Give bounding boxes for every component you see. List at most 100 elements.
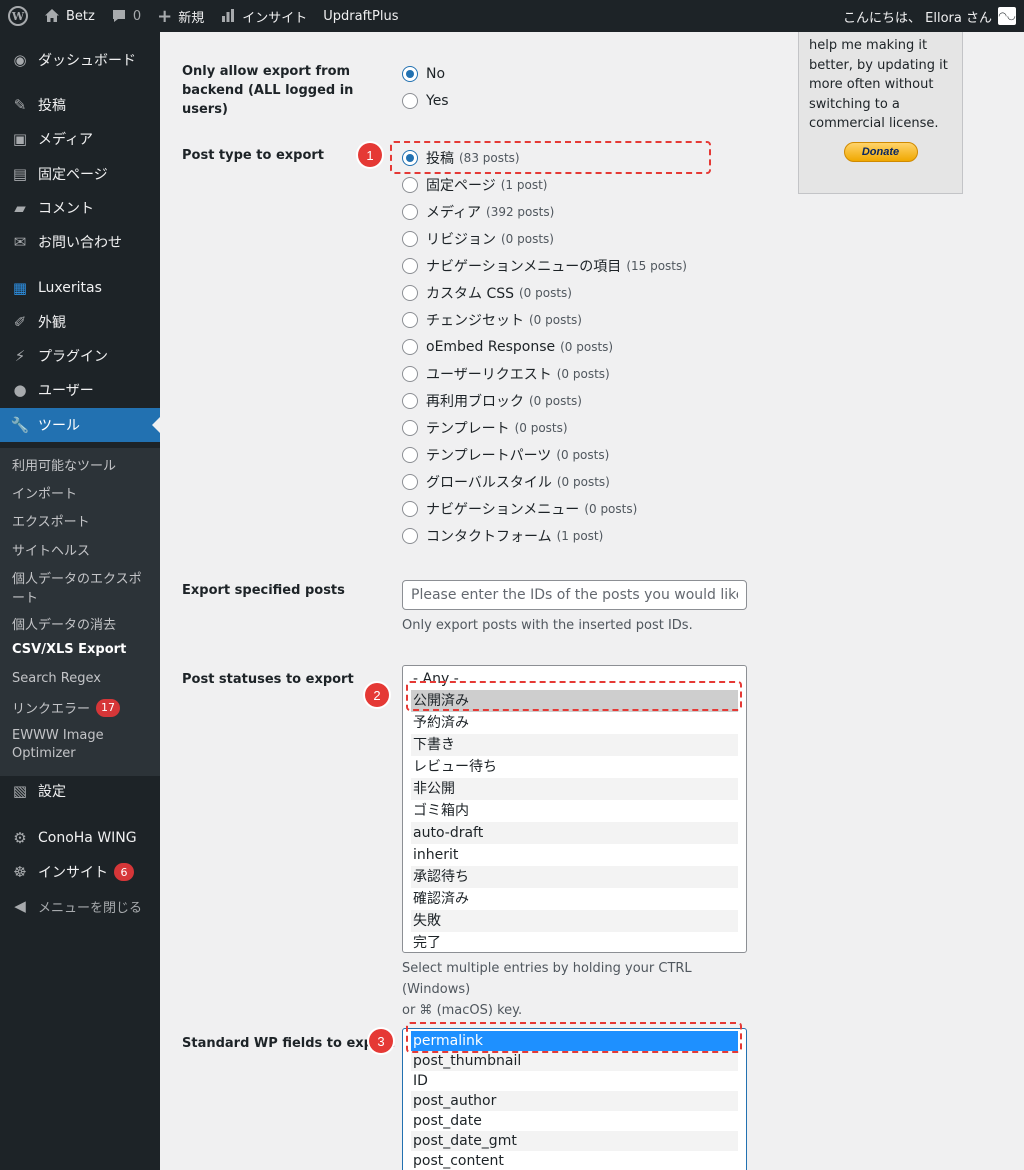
sidebar-item-luxeritas[interactable]: ▦ Luxeritas [0, 271, 160, 305]
list-option[interactable]: 下書き [411, 734, 738, 756]
post-type-option[interactable]: グローバルスタイル (0 posts) [402, 472, 610, 492]
post-type-option[interactable]: コンタクトフォーム (1 post) [402, 526, 603, 546]
post-type-option[interactable]: チェンジセット (0 posts) [402, 310, 582, 330]
post-type-option[interactable]: カスタム CSS (0 posts) [402, 283, 572, 303]
sidebar-item-label: ConoHa WING [38, 830, 137, 846]
new-content-link[interactable]: + 新規 [149, 0, 212, 32]
site-name-link[interactable]: Betz [36, 0, 103, 32]
insight-link[interactable]: インサイト [212, 0, 315, 32]
insight-badge: 6 [114, 863, 134, 881]
post-type-option[interactable]: ユーザーリクエスト (0 posts) [402, 364, 610, 384]
sidebar-item-comments[interactable]: ▰ コメント [0, 191, 160, 225]
radio-button[interactable] [402, 258, 418, 274]
radio-button[interactable] [402, 285, 418, 301]
sidebar-item-plugins[interactable]: ⚡ プラグイン [0, 339, 160, 373]
radio-button[interactable] [402, 393, 418, 409]
donate-button[interactable]: Donate [843, 141, 918, 162]
radio-button[interactable] [402, 528, 418, 544]
submenu-import[interactable]: インポート [12, 483, 77, 502]
submenu-available-tools[interactable]: 利用可能なツール [12, 455, 116, 474]
sidebar-item-conoha[interactable]: ⚙ ConoHa WING [0, 821, 160, 855]
updraftplus-link[interactable]: UpdraftPlus [315, 0, 406, 32]
radio-button[interactable] [402, 66, 418, 82]
backend-only-label: Only allow export from backend (ALL logg… [182, 62, 392, 119]
list-option[interactable]: ゴミ箱内 [411, 800, 738, 822]
highlight-permalink [406, 1022, 742, 1053]
list-option[interactable]: 確認済み [411, 888, 738, 910]
list-option[interactable]: post_date [411, 1111, 738, 1131]
list-option[interactable]: ID [411, 1071, 738, 1091]
sidebar-item-media[interactable]: ▣ メディア [0, 122, 160, 156]
list-option[interactable]: post_author [411, 1091, 738, 1111]
list-option[interactable]: post_content [411, 1151, 738, 1170]
my-account-menu[interactable]: こんにちは、 Ellora さん ◠◡ [843, 7, 1024, 26]
post-ids-input[interactable] [402, 580, 747, 610]
submenu-site-health[interactable]: サイトヘルス [12, 540, 90, 559]
collapse-menu-button[interactable]: ◀ メニューを閉じる [0, 889, 160, 923]
sidebar-item-contact[interactable]: ✉ お問い合わせ [0, 225, 160, 259]
wrench-icon: 🔧 [10, 416, 30, 434]
wordpress-logo-icon: W [8, 6, 28, 26]
post-type-option[interactable]: oEmbed Response (0 posts) [402, 337, 613, 357]
radio-button[interactable] [402, 93, 418, 109]
backend-only-no-option[interactable]: No [402, 64, 445, 84]
sidebar-item-users[interactable]: ● ユーザー [0, 373, 160, 407]
list-option[interactable]: 予約済み [411, 712, 738, 734]
radio-button[interactable] [402, 312, 418, 328]
list-option[interactable]: 非公開 [411, 778, 738, 800]
radio-button[interactable] [402, 339, 418, 355]
post-type-option[interactable]: ナビゲーションメニュー (0 posts) [402, 499, 637, 519]
radio-button[interactable] [402, 420, 418, 436]
submenu-label-line1: 個人データのエクスポ [12, 572, 142, 587]
main-content: help me making it better, by updating it… [160, 32, 1024, 1170]
brush-icon: ✐ [13, 313, 27, 331]
submenu-link-errors[interactable]: リンクエラー 17 [12, 698, 121, 717]
radio-button[interactable] [402, 366, 418, 382]
sidebar-item-insight[interactable]: ☸ インサイト 6 [0, 855, 160, 889]
radio-button[interactable] [402, 474, 418, 490]
sidebar-item-settings[interactable]: ▧ 設定 [0, 774, 160, 808]
page-icon: ▤ [12, 165, 28, 183]
list-option[interactable]: レビュー待ち [411, 756, 738, 778]
post-type-option[interactable]: ナビゲーションメニューの項目 (15 posts) [402, 256, 687, 276]
list-option[interactable]: post_date_gmt [411, 1131, 738, 1151]
sidebar-item-appearance[interactable]: ✐ 外観 [0, 305, 160, 339]
submenu-personal-data-export[interactable]: 個人データのエクスポ ート [12, 568, 142, 606]
radio-button[interactable] [402, 204, 418, 220]
option-count: (0 posts) [556, 367, 610, 381]
submenu-personal-data-erase[interactable]: 個人データの消去 [12, 614, 116, 633]
submenu-label-line1: EWWW Image [12, 728, 104, 743]
submenu-ewww[interactable]: EWWW Image Optimizer [12, 727, 104, 763]
post-type-option[interactable]: メディア (392 posts) [402, 202, 554, 222]
post-type-option[interactable]: リビジョン (0 posts) [402, 229, 554, 249]
sidebar-item-tools[interactable]: 🔧 ツール [0, 408, 160, 442]
radio-button[interactable] [402, 231, 418, 247]
radio-button[interactable] [402, 501, 418, 517]
post-type-option[interactable]: 固定ページ (1 post) [402, 175, 547, 195]
sidebar-item-dashboard[interactable]: ◉ ダッシュボード [0, 43, 160, 77]
updraftplus-label: UpdraftPlus [323, 8, 399, 24]
list-option[interactable]: auto-draft [411, 822, 738, 844]
submenu-csv-xls-export[interactable]: CSV/XLS Export [12, 642, 126, 657]
option-count: (0 posts) [584, 502, 638, 516]
radio-button[interactable] [402, 447, 418, 463]
list-option[interactable]: 完了 [411, 932, 738, 952]
wp-logo-menu[interactable]: W [0, 0, 36, 32]
list-option[interactable]: 失敗 [411, 910, 738, 932]
post-type-option[interactable]: 再利用ブロック (0 posts) [402, 391, 582, 411]
list-option[interactable]: 承認待ち [411, 866, 738, 888]
sidebar-item-posts[interactable]: ✎ 投稿 [0, 88, 160, 122]
sidebar-item-pages[interactable]: ▤ 固定ページ [0, 157, 160, 191]
list-option[interactable]: post_thumbnail [411, 1051, 738, 1071]
list-option[interactable]: inherit [411, 844, 738, 866]
post-type-option[interactable]: テンプレートパーツ (0 posts) [402, 445, 609, 465]
comments-link[interactable]: 0 [103, 0, 149, 32]
post-type-option[interactable]: テンプレート (0 posts) [402, 418, 568, 438]
specified-posts-label: Export specified posts [182, 583, 345, 598]
submenu-search-regex[interactable]: Search Regex [12, 671, 101, 686]
submenu-export[interactable]: エクスポート [12, 511, 90, 530]
option-label: Yes [426, 93, 449, 109]
radio-button[interactable] [402, 177, 418, 193]
option-label: カスタム CSS [426, 286, 514, 302]
backend-only-yes-option[interactable]: Yes [402, 91, 449, 111]
